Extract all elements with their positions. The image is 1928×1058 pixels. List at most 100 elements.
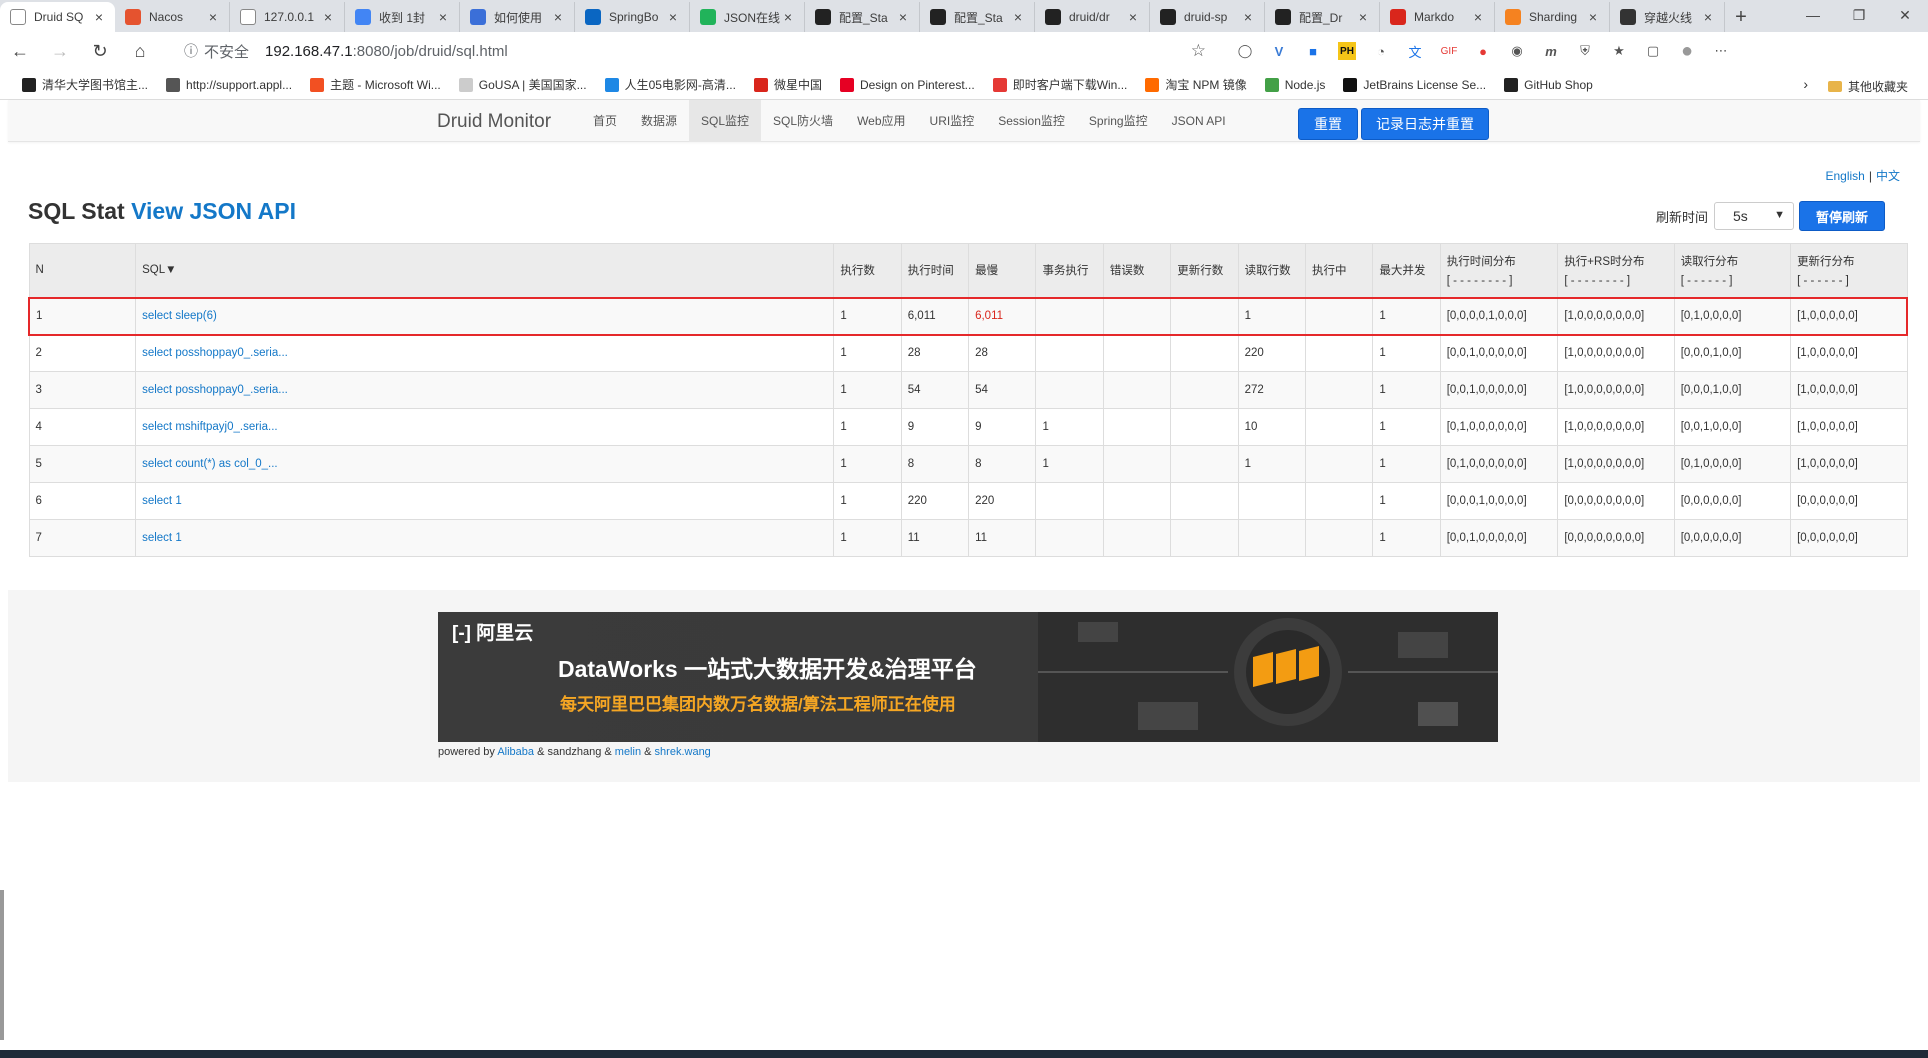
reload-icon[interactable]: ↻ xyxy=(80,34,120,68)
bookmark-item[interactable]: Node.js xyxy=(1264,77,1325,92)
browser-tab[interactable]: 如何使用 × xyxy=(460,2,575,32)
bookmark-other[interactable]: 其他收藏夹 xyxy=(1827,78,1908,95)
bookmark-item[interactable]: 即时客户端下载Win... xyxy=(992,76,1127,93)
column-header[interactable]: 最慢 xyxy=(968,243,1037,298)
column-header[interactable]: N xyxy=(28,243,137,298)
bookmark-item[interactable]: Design on Pinterest... xyxy=(839,77,975,92)
shield-icon[interactable]: ⛨ xyxy=(1568,36,1602,66)
minimize-icon[interactable]: — xyxy=(1790,0,1836,30)
column-header[interactable]: 事务执行 xyxy=(1035,243,1104,298)
column-header-distribution[interactable]: 更新行分布 [ - - - - - - ] xyxy=(1790,243,1908,298)
record-icon[interactable]: ● xyxy=(1466,36,1500,66)
column-header-distribution[interactable]: 执行+RS时分布 [ - - - - - - - - ] xyxy=(1557,243,1675,298)
nav-item[interactable]: Spring监控 xyxy=(1077,100,1160,142)
bookmark-item[interactable]: 主题 - Microsoft Wi... xyxy=(310,76,441,93)
close-icon[interactable]: × xyxy=(435,9,451,25)
column-header[interactable]: SQL▼ xyxy=(135,243,835,298)
browser-tab[interactable]: 配置_Dr × xyxy=(1265,2,1380,32)
close-icon[interactable]: × xyxy=(1585,9,1601,25)
favorites-icon[interactable]: ★ xyxy=(1602,36,1636,66)
sql-link[interactable]: select posshoppay0_.seria... xyxy=(135,334,835,372)
speed-icon[interactable]: ◔ xyxy=(1364,36,1398,66)
dataworks-ad-banner[interactable]: [-] 阿里云 DataWorks 一站式大数据开发&治理平台 每天阿里巴巴集团… xyxy=(438,612,1498,742)
column-header[interactable]: 错误数 xyxy=(1102,243,1172,298)
nav-item[interactable]: SQL监控 xyxy=(689,100,762,142)
restore-icon[interactable]: ❐ xyxy=(1836,0,1882,30)
column-header[interactable]: 执行中 xyxy=(1304,243,1374,298)
translate-icon[interactable]: 文 xyxy=(1398,36,1432,66)
bookmark-item[interactable]: 微星中国 xyxy=(753,76,822,93)
nav-item[interactable]: SQL防火墙 xyxy=(761,100,845,142)
column-header[interactable]: 执行数 xyxy=(833,243,902,298)
column-header-distribution[interactable]: 执行时间分布 [ - - - - - - - - ] xyxy=(1439,243,1559,298)
browser-tab[interactable]: Nacos × xyxy=(115,2,230,32)
melin-link[interactable]: melin xyxy=(615,746,641,758)
home-icon[interactable]: ⌂ xyxy=(120,34,160,68)
nav-item[interactable]: Web应用 xyxy=(845,100,917,142)
column-header-distribution[interactable]: 读取行分布 [ - - - - - - ] xyxy=(1673,243,1792,298)
producthunt-icon[interactable]: PH xyxy=(1338,42,1356,60)
bookmark-item[interactable]: 清华大学图书馆主... xyxy=(22,76,148,93)
avatar-icon[interactable]: ● xyxy=(1670,36,1704,66)
alibaba-link[interactable]: Alibaba xyxy=(497,746,534,758)
refresh-interval-select[interactable]: 5s ▼ xyxy=(1714,202,1795,230)
column-header[interactable]: 执行时间 xyxy=(900,243,970,298)
brand[interactable]: Druid Monitor xyxy=(437,111,551,133)
column-header[interactable]: 读取行数 xyxy=(1237,243,1306,298)
browser-tab[interactable]: 127.0.0.1 × xyxy=(230,2,345,32)
browser-tab[interactable]: Sharding × xyxy=(1495,2,1610,32)
nav-item[interactable]: URI监控 xyxy=(918,100,987,142)
info-icon[interactable]: ⓘ xyxy=(184,41,198,61)
close-icon[interactable]: × xyxy=(320,9,336,25)
close-icon[interactable]: × xyxy=(895,9,911,25)
bookmark-item[interactable]: http://support.appl... xyxy=(166,77,292,92)
camera-icon[interactable]: ◉ xyxy=(1500,36,1534,66)
sql-link[interactable]: select sleep(6) xyxy=(135,296,835,336)
nav-item[interactable]: 数据源 xyxy=(629,100,689,142)
new-tab-button[interactable]: + xyxy=(1725,2,1757,32)
bookmark-item[interactable]: GoUSA | 美国国家... xyxy=(458,76,587,93)
browser-tab[interactable]: 配置_Sta × xyxy=(920,2,1035,32)
sql-link[interactable]: select mshiftpayj0_.seria... xyxy=(135,408,835,446)
close-icon[interactable]: × xyxy=(780,9,796,25)
new-extension-icon[interactable]: ■ xyxy=(1296,36,1330,66)
bookmark-item[interactable]: GitHub Shop xyxy=(1504,77,1593,92)
sql-link[interactable]: select posshoppay0_.seria... xyxy=(135,371,835,409)
nav-item[interactable]: Session监控 xyxy=(986,100,1077,142)
close-icon[interactable]: × xyxy=(1700,9,1716,25)
column-header[interactable]: 更新行数 xyxy=(1170,243,1239,298)
lang-chinese[interactable]: 中文 xyxy=(1876,169,1900,183)
shrek-link[interactable]: shrek.wang xyxy=(655,746,711,758)
close-icon[interactable]: × xyxy=(1125,9,1141,25)
browser-tab[interactable]: Druid SQ × xyxy=(0,2,115,32)
sql-link[interactable]: select count(*) as col_0_... xyxy=(135,445,835,483)
column-header[interactable]: 最大并发 xyxy=(1372,243,1441,298)
vue-devtools-icon[interactable]: V xyxy=(1262,36,1296,66)
browser-tab[interactable]: JSON在线 × xyxy=(690,2,805,32)
log-and-reset-button[interactable]: 记录日志并重置 xyxy=(1361,108,1489,140)
browser-tab[interactable]: druid-sp × xyxy=(1150,2,1265,32)
m-extension-icon[interactable]: m xyxy=(1534,36,1568,66)
bookmark-item[interactable]: 淘宝 NPM 镜像 xyxy=(1145,76,1247,93)
bookmarks-more-icon[interactable]: › xyxy=(1803,76,1808,92)
bookmark-item[interactable]: JetBrains License Se... xyxy=(1343,77,1486,92)
browser-tab[interactable]: 收到 1封 × xyxy=(345,2,460,32)
browser-tab[interactable]: Markdo × xyxy=(1380,2,1495,32)
gif-icon[interactable]: GIF xyxy=(1432,36,1466,66)
menu-icon[interactable]: ⋯ xyxy=(1704,36,1738,66)
close-icon[interactable]: × xyxy=(91,9,107,25)
close-icon[interactable]: × xyxy=(550,9,566,25)
nav-item[interactable]: JSON API xyxy=(1160,100,1238,142)
browser-tab[interactable]: SpringBo × xyxy=(575,2,690,32)
back-icon[interactable]: ← xyxy=(0,34,40,68)
favorite-star-icon[interactable]: ☆ xyxy=(1191,41,1206,61)
close-icon[interactable]: × xyxy=(205,9,221,25)
sql-link[interactable]: select 1 xyxy=(135,519,835,557)
browser-tab[interactable]: 穿越火线 × xyxy=(1610,2,1725,32)
view-json-api-link[interactable]: View JSON API xyxy=(131,198,296,224)
lang-english[interactable]: English xyxy=(1826,169,1865,183)
close-icon[interactable]: × xyxy=(1240,9,1256,25)
sql-link[interactable]: select 1 xyxy=(135,482,835,520)
close-icon[interactable]: × xyxy=(1355,9,1371,25)
bookmark-item[interactable]: 人生05电影网-高清... xyxy=(604,76,736,93)
